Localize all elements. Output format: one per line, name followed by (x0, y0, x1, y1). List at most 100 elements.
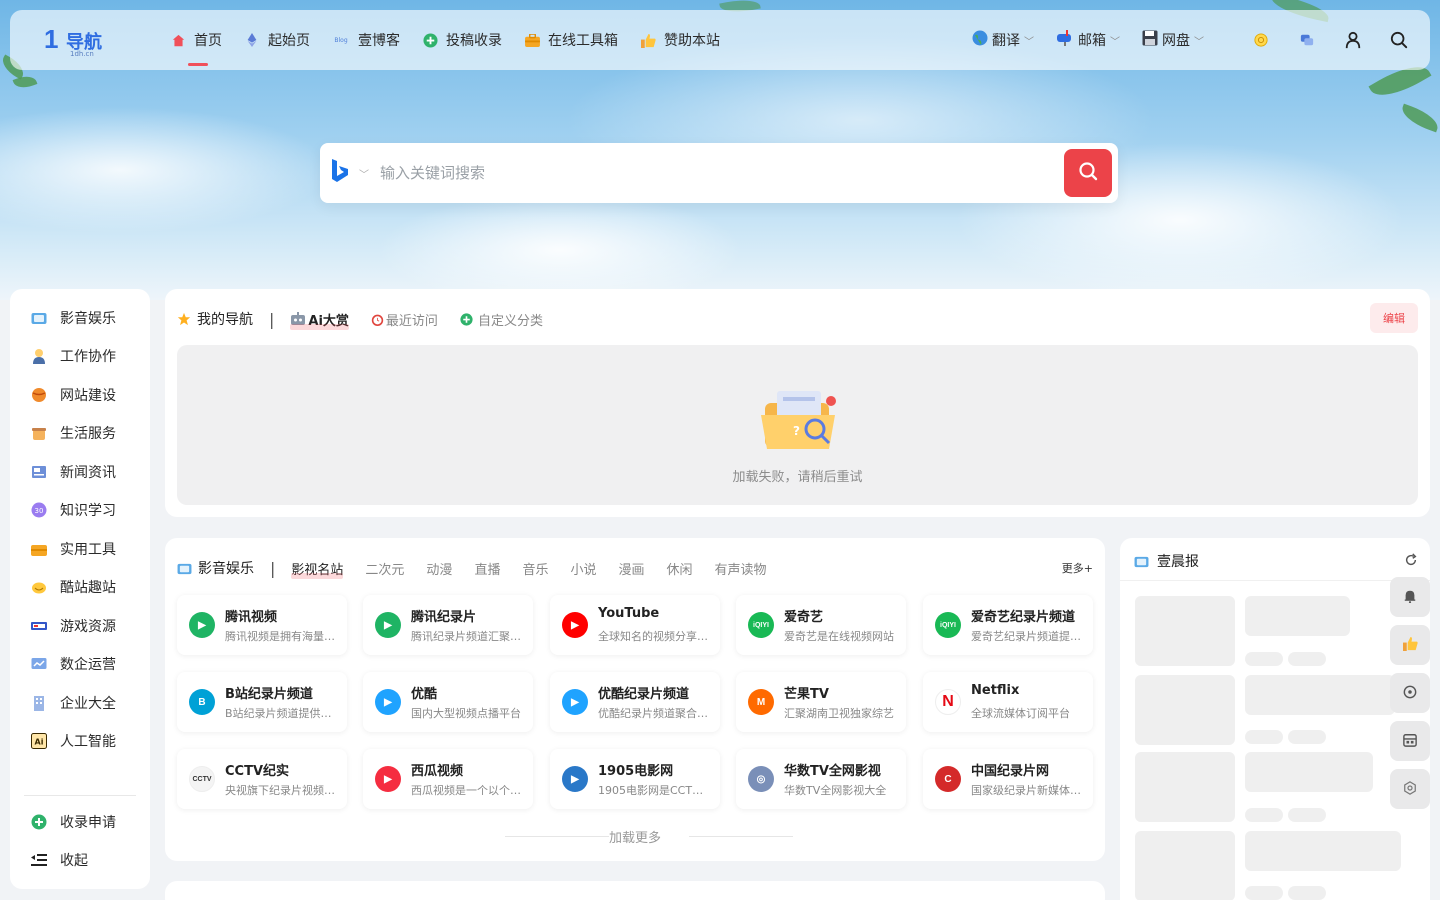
notification-button[interactable] (1390, 577, 1430, 617)
mail-dropdown[interactable]: 邮箱 ﹀ (1056, 30, 1120, 50)
sidebar-item-ops[interactable]: 数企运营 (10, 645, 150, 683)
nav-home[interactable]: 首页 (170, 10, 222, 70)
sidebar-item-games[interactable]: 游戏资源 (10, 607, 150, 645)
search-icon (1078, 161, 1098, 185)
tab-acg[interactable]: 二次元 (365, 559, 404, 578)
media-title-text: 影音娱乐 (198, 561, 254, 577)
site-card[interactable]: ◎ 华数TV全网影视 华数TV全网影视大全 (736, 749, 906, 809)
sidebar-item-enterprise[interactable]: 企业大全 (10, 684, 150, 722)
site-name: 1905电影网 (598, 764, 674, 779)
tab-recent[interactable]: 最近访问 (371, 310, 438, 329)
moon-icon (1403, 684, 1417, 703)
search-icon[interactable] (1388, 29, 1410, 51)
nav-label: 首页 (194, 33, 222, 49)
tab-comic[interactable]: 漫画 (618, 559, 644, 578)
nav-submit[interactable]: 投稿收录 (422, 10, 502, 70)
site-name: 腾讯纪录片 (411, 610, 477, 625)
site-description: 爱奇艺是在线视频网站 (784, 630, 894, 643)
site-card[interactable]: ▶ YouTube 全球知名的视频分享网站 (550, 595, 720, 655)
search-input[interactable] (380, 153, 1064, 193)
sidebar-item-label: 影音娱乐 (60, 311, 116, 327)
site-card[interactable]: B B站纪录片频道 B站纪录片频道提供优质纪录片 (177, 672, 347, 732)
nav-blog[interactable]: Blog 壹博客 (332, 10, 400, 70)
settings-button[interactable] (1390, 769, 1430, 809)
site-card[interactable]: N Netflix 全球流媒体订阅平台 (923, 672, 1093, 732)
tab-leisure[interactable]: 休闲 (667, 559, 693, 578)
tab-anime[interactable]: 动漫 (426, 559, 452, 578)
site-description: 爱奇艺纪录片频道提供精彩纪录片 (971, 630, 1083, 643)
refresh-icon[interactable] (1404, 552, 1420, 568)
nav-sponsor[interactable]: 赞助本站 (640, 10, 720, 70)
edit-button[interactable]: 编辑 (1370, 303, 1418, 333)
site-card[interactable]: ▶ 西瓜视频西瓜视频是一个以个性化推荐为主 (363, 749, 533, 809)
nav-label: 投稿收录 (446, 33, 502, 49)
sidebar-apply-button[interactable]: 收录申请 (10, 803, 150, 841)
tab-novel[interactable]: 小说 (570, 559, 596, 578)
nav-label: 起始页 (268, 33, 310, 49)
tab-custom[interactable]: 自定义分类 (460, 310, 543, 329)
sidebar-item-media[interactable]: 影音娱乐 (10, 299, 150, 337)
divider-line (689, 836, 793, 837)
search-button[interactable] (1064, 149, 1112, 197)
disk-dropdown[interactable]: 网盘 ﹀ (1142, 30, 1204, 50)
sidebar-collapse-label: 收起 (60, 853, 88, 869)
sidebar-item-work[interactable]: 工作协作 (10, 337, 150, 375)
sidebar-item-ai[interactable]: Ai 人工智能 (10, 722, 150, 760)
sidebar-item-label: 实用工具 (60, 542, 116, 558)
site-card[interactable]: ▶ 腾讯视频腾讯视频是拥有海量热门高清影视内容 (177, 595, 347, 655)
tv-icon (30, 309, 48, 327)
media-header: 影音娱乐 | 影视名站 二次元 动漫 直播 音乐 小说 漫画 休闲 有声读物 (177, 558, 789, 579)
site-card[interactable]: iQIYI 爱奇艺 爱奇艺是在线视频网站 (736, 595, 906, 655)
separator: | (270, 558, 276, 578)
site-card[interactable]: ▶ 1905电影网 1905电影网是CCTV6电影频道官网 (550, 749, 720, 809)
star-icon (177, 312, 191, 326)
like-button[interactable] (1390, 625, 1430, 665)
logo-domain: 1dh.cn (70, 50, 94, 58)
sidebar-item-life[interactable]: 生活服务 (10, 414, 150, 452)
sidebar-item-web[interactable]: 网站建设 (10, 376, 150, 414)
nav-toolbox[interactable]: 在线工具箱 (524, 10, 618, 70)
tab-ai-awards[interactable]: Ai大赏 (290, 310, 349, 330)
mail-label: 邮箱 (1078, 33, 1106, 49)
tab-live[interactable]: 直播 (474, 559, 500, 578)
sidebar-item-label: 人工智能 (60, 734, 116, 750)
lucky-icon[interactable] (1250, 29, 1272, 51)
sidebar-item-learn[interactable]: 30 知识学习 (10, 491, 150, 529)
translate-dropdown[interactable]: 翻译 ﹀ (972, 30, 1034, 50)
theme-toggle-button[interactable] (1390, 673, 1430, 713)
engine-selector[interactable]: ﹀ (320, 143, 380, 203)
site-logo-icon: N (935, 689, 961, 715)
tab-music[interactable]: 音乐 (522, 559, 548, 578)
chat-icon[interactable] (1296, 29, 1318, 51)
site-card[interactable]: ▶ 腾讯纪录片腾讯纪录片频道汇聚精品纪录片 (363, 595, 533, 655)
sidebar-item-news[interactable]: 新闻资讯 (10, 453, 150, 491)
sidebar-collapse-button[interactable]: 收起 (10, 841, 150, 879)
site-description: 汇聚湖南卫视独家综艺 (784, 707, 894, 720)
site-card[interactable]: M 芒果TV 汇聚湖南卫视独家综艺 (736, 672, 906, 732)
tab-audiobook[interactable]: 有声读物 (715, 559, 767, 578)
site-card[interactable]: ▶ 优酷 国内大型视频点播平台 (363, 672, 533, 732)
site-card[interactable]: CCTV CCTV纪实 央视旗下纪录片视频平台 (177, 749, 347, 809)
user-icon[interactable] (1342, 29, 1364, 51)
site-logo-icon: ▶ (375, 766, 401, 792)
tab-film-sites[interactable]: 影视名站 (291, 559, 344, 579)
empty-folder-illustration: ? (757, 377, 841, 451)
translate-label: 翻译 (992, 33, 1020, 49)
my-nav-card: 我的导航 | Ai大赏 最近访问 自定义分类 编辑 ? 加载失败，请稍后重试 (165, 289, 1430, 517)
media-tabs: 影视名站 二次元 动漫 直播 音乐 小说 漫画 休闲 有声读物 (291, 559, 788, 579)
tab-label: 自定义分类 (477, 313, 543, 329)
site-logo[interactable]: 1 导航 1dh.cn (42, 24, 122, 58)
sidebar-apply-label: 收录申请 (60, 815, 116, 831)
sidebar-item-cool[interactable]: 酷站趣站 (10, 568, 150, 606)
sidebar-item-tools[interactable]: 实用工具 (10, 530, 150, 568)
home-icon (170, 32, 186, 48)
load-more-button[interactable]: 加载更多 (165, 827, 1105, 846)
more-link[interactable]: 更多+ (1062, 560, 1093, 576)
site-card[interactable]: iQIYI 爱奇艺纪录片频道爱奇艺纪录片频道提供精彩纪录片 (923, 595, 1093, 655)
site-card[interactable]: C 中国纪录片网 国家级纪录片新媒体平台 (923, 749, 1093, 809)
my-nav-title-text: 我的导航 (197, 312, 253, 328)
site-name: CCTV纪实 (225, 764, 290, 779)
nav-start-page[interactable]: 起始页 (244, 10, 310, 70)
calendar-button[interactable] (1390, 721, 1430, 761)
site-card[interactable]: ▶ 优酷纪录片频道优酷纪录片频道聚合精品纪录片 (550, 672, 720, 732)
